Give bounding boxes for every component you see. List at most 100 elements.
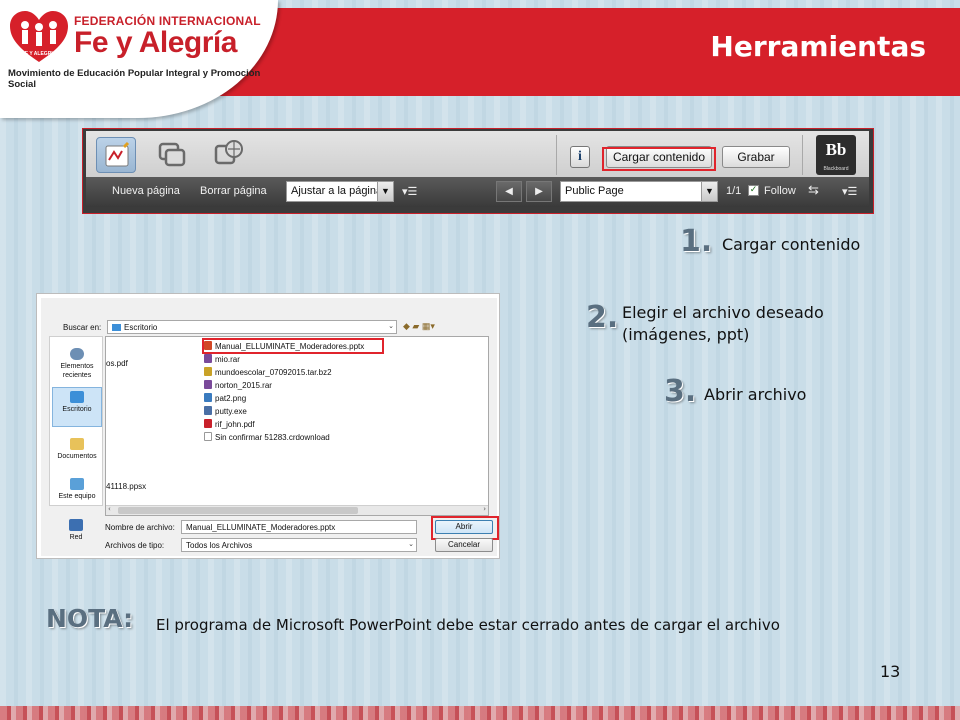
documents-icon bbox=[70, 438, 84, 450]
new-page-button[interactable]: Nueva página bbox=[112, 185, 180, 197]
place-label: Documentos bbox=[57, 453, 97, 460]
step-3-number: 3. bbox=[664, 374, 697, 409]
chevron-down-icon: ⌄ bbox=[388, 323, 394, 330]
list-item[interactable]: 41118.ppsx bbox=[106, 481, 146, 492]
next-page-button[interactable]: ▶ bbox=[526, 181, 552, 202]
page-count: 1/1 bbox=[726, 185, 742, 197]
blackboard-logo-sub: Blackboard bbox=[823, 166, 849, 172]
step-3-text: Abrir archivo bbox=[704, 385, 807, 404]
page-select-value: Public Page bbox=[565, 185, 624, 197]
places-bar: Elementos recientes Escritorio Documento… bbox=[49, 336, 103, 506]
record-button[interactable]: Grabar bbox=[722, 146, 790, 168]
list-item[interactable]: os.pdf bbox=[106, 358, 128, 369]
file-name: norton_2015.rar bbox=[215, 381, 272, 390]
file-list: os.pdf 41118.ppsx Manual_ELLUMINATE_Mode… bbox=[105, 336, 489, 516]
place-label: Elementos recientes bbox=[60, 363, 94, 379]
app-share-icon[interactable] bbox=[152, 137, 192, 173]
file-icon bbox=[204, 432, 212, 441]
whiteboard-tool-icon[interactable] bbox=[96, 137, 136, 173]
org-logo: FE Y ALEGRIA FEDERACIÓN INTERNACIONAL Fe… bbox=[0, 0, 278, 118]
toolbar-separator bbox=[556, 135, 557, 175]
file-name: putty.exe bbox=[215, 407, 247, 416]
horizontal-scrollbar[interactable]: ‹ › bbox=[106, 505, 488, 515]
zoom-select[interactable]: Ajustar a la página ▼ bbox=[286, 181, 394, 202]
place-recent[interactable]: Elementos recientes bbox=[52, 345, 102, 380]
page-title: Herramientas bbox=[710, 30, 926, 63]
place-desktop[interactable]: Escritorio bbox=[52, 387, 102, 427]
step-1-text: Cargar contenido bbox=[722, 235, 861, 254]
list-item[interactable]: rif_john.pdf bbox=[204, 419, 255, 430]
page-select[interactable]: Public Page ▼ bbox=[560, 181, 718, 202]
place-this-pc[interactable]: Este equipo bbox=[52, 475, 102, 501]
org-name-line2: Fe y Alegría bbox=[74, 26, 237, 59]
image-icon bbox=[204, 393, 212, 402]
list-item[interactable]: Sin confirmar 51283.crdownload bbox=[204, 432, 330, 443]
place-documents[interactable]: Documentos bbox=[52, 435, 102, 461]
step-2-number: 2. bbox=[586, 300, 619, 335]
file-name: Sin confirmar 51283.crdownload bbox=[215, 433, 330, 442]
info-icon[interactable]: i bbox=[570, 146, 590, 168]
menu-icon[interactable]: ▾☰ bbox=[842, 185, 857, 198]
file-name: pat2.png bbox=[215, 394, 247, 403]
hearts-logo-icon: FE Y ALEGRIA bbox=[10, 11, 68, 62]
exe-icon bbox=[204, 406, 212, 415]
recent-icon bbox=[70, 348, 84, 360]
web-tour-icon[interactable] bbox=[208, 137, 248, 173]
look-in-label: Buscar en: bbox=[63, 323, 102, 332]
place-label: Este equipo bbox=[58, 493, 96, 500]
toolbar-bottom-row: Nueva página Borrar página Ajustar a la … bbox=[86, 177, 869, 207]
scroll-left-icon[interactable]: ‹ bbox=[108, 505, 111, 513]
list-item[interactable]: pat2.png bbox=[204, 393, 246, 404]
list-item[interactable]: putty.exe bbox=[204, 406, 247, 417]
delete-page-button[interactable]: Borrar página bbox=[200, 185, 267, 197]
toolbar-separator bbox=[802, 135, 803, 175]
load-content-highlight bbox=[602, 147, 716, 171]
rar-icon bbox=[204, 380, 212, 389]
computer-icon bbox=[70, 478, 84, 490]
pdf-icon bbox=[204, 419, 212, 428]
menu-icon[interactable]: ▾☰ bbox=[402, 185, 417, 198]
filename-input[interactable]: Manual_ELLUMINATE_Moderadores.pptx bbox=[181, 520, 417, 534]
blackboard-logo: Bb Blackboard bbox=[816, 135, 856, 175]
scroll-right-icon[interactable]: › bbox=[483, 505, 486, 513]
look-in-value: Escritorio bbox=[124, 323, 158, 332]
page-number: 13 bbox=[880, 662, 901, 681]
cancel-button[interactable]: Cancelar bbox=[435, 538, 493, 552]
file-open-dialog: Buscar en: Escritorio ⌄ ◆ ▰ ▦▾ Elementos… bbox=[36, 293, 500, 559]
list-item[interactable]: mundoescolar_07092015.tar.bz2 bbox=[204, 367, 332, 378]
rar-icon bbox=[204, 354, 212, 363]
filetype-select[interactable]: Todos los Archivos ⌄ bbox=[181, 538, 417, 552]
place-label: Escritorio bbox=[62, 406, 92, 413]
list-item[interactable]: mio.rar bbox=[204, 354, 240, 365]
step-2-text-line1: Elegir el archivo deseado bbox=[622, 303, 824, 322]
org-tagline: Movimiento de Educación Popular Integral… bbox=[8, 68, 261, 90]
list-item[interactable]: norton_2015.rar bbox=[204, 380, 272, 391]
zoom-select-value: Ajustar a la página bbox=[291, 185, 383, 197]
filename-label: Nombre de archivo: bbox=[105, 523, 175, 532]
file-name: rif_john.pdf bbox=[215, 420, 255, 429]
swap-arrows-icon[interactable]: ⇆ bbox=[808, 182, 819, 198]
file-name: mio.rar bbox=[215, 355, 240, 364]
scrollbar-thumb[interactable] bbox=[118, 507, 358, 514]
note-label: NOTA: bbox=[46, 604, 134, 633]
folder-nav-icons[interactable]: ◆ ▰ ▦▾ bbox=[403, 321, 435, 332]
chevron-down-icon: ▼ bbox=[377, 182, 393, 201]
open-button-highlight bbox=[431, 516, 499, 540]
step-2-text-line2: (imágenes, ppt) bbox=[622, 325, 750, 344]
chevron-down-icon: ⌄ bbox=[408, 541, 414, 548]
filetype-value: Todos los Archivos bbox=[186, 541, 253, 550]
place-label: Red bbox=[69, 534, 83, 541]
place-network[interactable]: Red bbox=[51, 516, 101, 542]
previous-page-button[interactable]: ◀ bbox=[496, 181, 522, 202]
chevron-down-icon: ▼ bbox=[701, 182, 717, 201]
file-selection-highlight bbox=[202, 338, 384, 354]
follow-checkbox[interactable]: ✓ bbox=[748, 185, 759, 196]
desktop-icon bbox=[70, 391, 84, 403]
blackboard-logo-mark: Bb bbox=[825, 140, 847, 159]
look-in-select[interactable]: Escritorio ⌄ bbox=[107, 320, 397, 334]
collaborate-toolbar: i Cargar contenido Grabar Bb Blackboard … bbox=[82, 128, 874, 214]
network-icon bbox=[69, 519, 83, 531]
bottom-decorative-band bbox=[0, 706, 960, 720]
file-name: mundoescolar_07092015.tar.bz2 bbox=[215, 368, 332, 377]
folder-icon bbox=[112, 324, 121, 331]
